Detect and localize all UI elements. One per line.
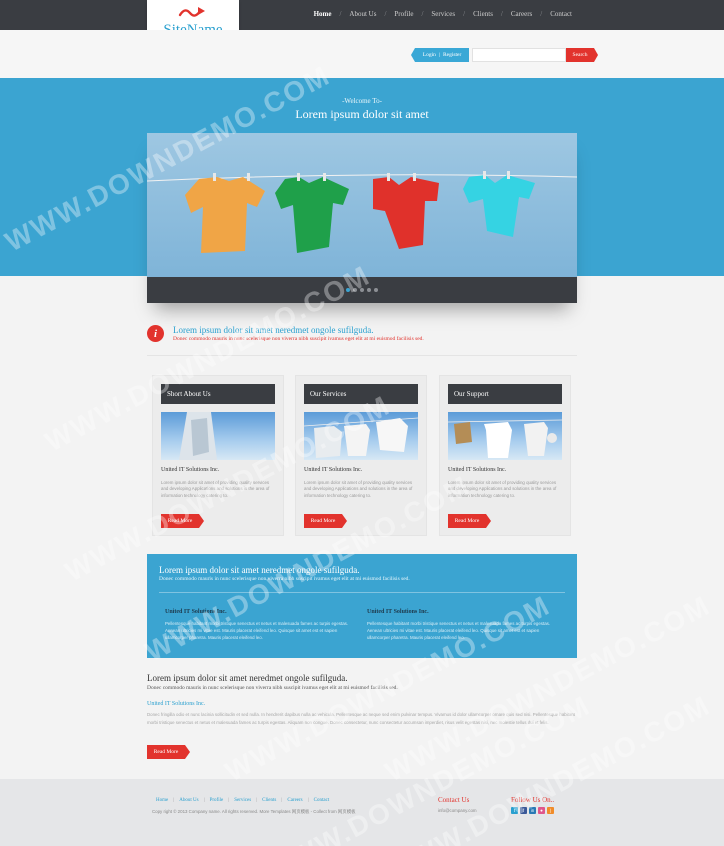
twitter-icon[interactable]: t: [511, 807, 518, 814]
dribbble-icon[interactable]: ●: [538, 807, 545, 814]
band-column-title: United IT Solutions Inc.: [165, 609, 227, 615]
article-lead: Donec commodo mauris in nunc scelerisque…: [147, 685, 398, 691]
footer-nav-separator: |: [307, 798, 309, 803]
nav-item-home[interactable]: Home: [314, 10, 332, 18]
footer-contact-title: Contact Us: [438, 796, 470, 804]
divider: [159, 592, 565, 593]
card-our-services: Our Services United IT Solutions Inc. Lo…: [295, 375, 427, 536]
footer-nav-item-profile[interactable]: Profile: [210, 798, 224, 803]
footer-nav-item-contact[interactable]: Contact: [314, 798, 330, 803]
logo-mark-icon: [178, 7, 205, 17]
read-more-button[interactable]: Read More: [304, 514, 347, 528]
card-short-about-us: Short About Us United IT Solutions Inc. …: [152, 375, 284, 536]
footer-nav-separator: |: [256, 798, 258, 803]
slider-dot[interactable]: [360, 288, 364, 292]
card-heading: Our Services: [304, 384, 418, 404]
card-text: Lorem ipsum dolor sit amet of providing …: [448, 480, 557, 498]
footer-nav-separator: |: [281, 798, 283, 803]
footer: [0, 779, 724, 846]
card-text: Lorem ipsum dolor sit amet of providing …: [161, 480, 270, 498]
rss-icon[interactable]: ): [547, 807, 554, 814]
band-column: United IT Solutions Inc. Pellentesque ha…: [367, 609, 557, 641]
slider-dot[interactable]: [374, 288, 378, 292]
nav-item-about-us[interactable]: About Us: [349, 10, 376, 18]
footer-nav-separator: |: [228, 798, 230, 803]
band-column: United IT Solutions Inc. Pellentesque ha…: [165, 609, 355, 641]
card-subtitle: United IT Solutions Inc.: [304, 467, 363, 473]
feature-band: Lorem ipsum dolor sit amet neredmet ongo…: [147, 554, 577, 658]
nav-item-services[interactable]: Services: [431, 10, 455, 18]
card-subtitle: United IT Solutions Inc.: [161, 467, 220, 473]
nav-item-clients[interactable]: Clients: [473, 10, 493, 18]
nav-separator: /: [339, 10, 342, 18]
read-more-button[interactable]: Read More: [161, 514, 204, 528]
card-image: [304, 412, 418, 460]
footer-follow-title: Follow Us On..: [511, 796, 555, 804]
slide-image: [147, 133, 577, 277]
band-column-text: Pellentesque habitant morbi tristique se…: [367, 621, 551, 640]
nav-separator: /: [384, 10, 387, 18]
nav-separator: /: [500, 10, 503, 18]
search-button[interactable]: Search: [566, 48, 598, 62]
login-link[interactable]: Login: [423, 52, 436, 58]
facebook-icon[interactable]: f: [520, 807, 527, 814]
card-heading: Our Support: [448, 384, 562, 404]
footer-contact-email[interactable]: info@company.com: [438, 808, 477, 813]
intro-title: Lorem ipsum dolor sit amet neredmet ongo…: [173, 325, 374, 335]
footer-nav-separator: |: [203, 798, 205, 803]
card-subtitle: United IT Solutions Inc.: [448, 467, 507, 473]
divider: [147, 355, 577, 356]
footer-nav: Home | About Us | Profile | Services | Clients | C…: [156, 798, 329, 803]
card-image: [161, 412, 275, 460]
slider-dot[interactable]: [353, 288, 357, 292]
auth-separator: |: [438, 52, 440, 58]
footer-nav-item-careers[interactable]: Careers: [287, 798, 302, 803]
search-bar-row: [0, 30, 724, 78]
footer-nav-item-clients[interactable]: Clients: [262, 798, 276, 803]
article-body: Donec fringilla odio et nunc lacinia sol…: [147, 712, 576, 725]
register-link[interactable]: Register: [443, 52, 461, 58]
band-title: Lorem ipsum dolor sit amet neredmet ongo…: [159, 565, 360, 575]
info-icon: i: [147, 325, 164, 342]
card-our-support: Our Support United IT Solutions Inc. Lor…: [439, 375, 571, 536]
slider-dot[interactable]: [346, 288, 350, 292]
linkedin-icon[interactable]: in: [529, 807, 536, 814]
footer-nav-item-about-us[interactable]: About Us: [179, 798, 198, 803]
footer-nav-item-services[interactable]: Services: [234, 798, 251, 803]
footer-nav-separator: |: [173, 798, 175, 803]
band-column-title: United IT Solutions Inc.: [367, 609, 429, 615]
nav-separator: /: [421, 10, 424, 18]
footer-nav-item-home[interactable]: Home: [156, 798, 168, 803]
card-image: [448, 412, 562, 460]
nav-item-careers[interactable]: Careers: [511, 10, 532, 18]
clothesline-illustration: [147, 171, 577, 253]
nav-separator: /: [540, 10, 543, 18]
read-more-button[interactable]: Read More: [448, 514, 491, 528]
main-nav: Home / About Us / Profile / Services / Clients / C…: [314, 10, 572, 18]
article-subtitle: United IT Solutions Inc.: [147, 701, 206, 707]
hero-welcome: -Welcome To-: [342, 97, 382, 105]
search-input[interactable]: [472, 48, 566, 62]
intro-text: Donec commodo mauris in nunc scelerisque…: [173, 336, 424, 342]
article-title: Lorem ipsum dolor sit amet neredmet ongo…: [147, 673, 348, 683]
slider-dot[interactable]: [367, 288, 371, 292]
card-heading: Short About Us: [161, 384, 275, 404]
nav-separator: /: [463, 10, 466, 18]
nav-item-profile[interactable]: Profile: [394, 10, 413, 18]
band-text: Donec commodo mauris in nunc scelerisque…: [159, 576, 410, 582]
slider-pagination: [147, 277, 577, 303]
auth-links: Login | Register: [411, 48, 469, 62]
card-text: Lorem ipsum dolor sit amet of providing …: [304, 480, 413, 498]
footer-copyright: Copy right © 2013 Company name. All righ…: [152, 809, 356, 814]
article-read-more-button[interactable]: Read More: [147, 745, 190, 759]
hero-title: Lorem ipsum dolor sit amet: [295, 107, 429, 121]
band-column-text: Pellentesque habitant morbi tristique se…: [165, 621, 349, 640]
image-slider[interactable]: [147, 133, 577, 303]
nav-item-contact[interactable]: Contact: [550, 10, 572, 18]
